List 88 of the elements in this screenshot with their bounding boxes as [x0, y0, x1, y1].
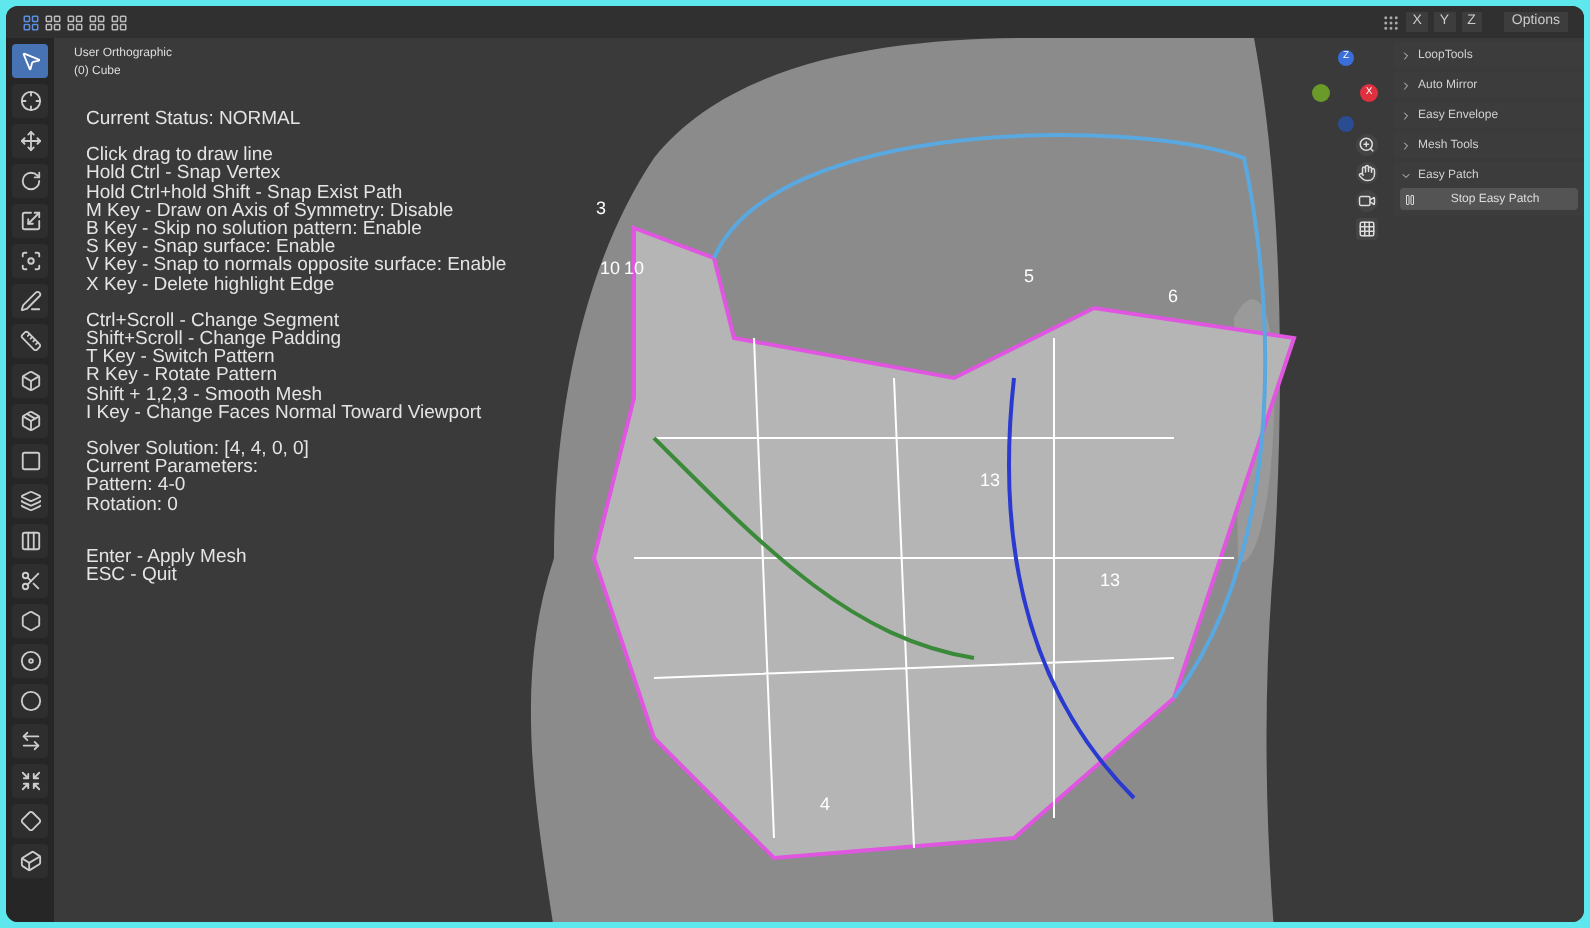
grid-icon[interactable]	[1356, 218, 1378, 240]
mesh-segment-label: 6	[1168, 284, 1179, 310]
status-line: Pattern: 4-0	[86, 476, 186, 496]
status-line: Enter - Apply Mesh	[86, 547, 247, 567]
tool-button[interactable]	[12, 404, 48, 438]
status-line: Solver Solution: [4, 4, 0, 0]	[86, 440, 309, 459]
tool-button[interactable]	[12, 684, 48, 718]
pen-icon	[19, 290, 41, 312]
cube-icon	[19, 370, 41, 392]
tool-button[interactable]	[12, 244, 48, 278]
crosshair-icon	[19, 90, 41, 112]
negative-axis-handle[interactable]	[1338, 116, 1354, 132]
tool-button[interactable]	[12, 444, 48, 478]
cuboid-icon	[19, 850, 41, 872]
shrink-icon	[19, 770, 41, 792]
scale-icon	[19, 210, 41, 232]
tool-button[interactable]	[12, 804, 48, 838]
pointer-icon	[19, 50, 41, 72]
mesh-segment-label: 10	[624, 256, 645, 282]
mesh-segment-label: 13	[980, 468, 1001, 494]
tool-button[interactable]	[12, 844, 48, 878]
mesh-segment-label: 3	[596, 196, 607, 222]
status-line: ESC - Quit	[86, 566, 177, 585]
status-line: Ctrl+Scroll - Change Segment	[86, 311, 339, 331]
tool-button[interactable]	[12, 764, 48, 798]
status-line: R Key - Rotate Pattern	[86, 366, 278, 386]
circle-icon	[19, 690, 41, 712]
mode-icon[interactable]	[22, 13, 40, 31]
tool-button[interactable]	[12, 724, 48, 758]
arrows-icon	[19, 730, 41, 752]
status-line: Hold Ctrl+hold Shift - Snap Exist Path	[86, 183, 403, 202]
tool-button[interactable]	[12, 524, 48, 558]
rotate-icon	[19, 170, 41, 192]
status-line: Current Status: NORMAL	[86, 110, 301, 129]
hand-icon[interactable]	[1356, 162, 1378, 184]
pause-icon	[1404, 193, 1416, 205]
tool-button[interactable]	[12, 164, 48, 198]
mesh-segment-label: 4	[820, 792, 831, 818]
status-line: Current Parameters:	[86, 458, 259, 477]
chevron-right-icon	[1400, 49, 1412, 61]
status-line: Shift+Scroll - Change Padding	[86, 330, 342, 349]
mesh-segment-label: 10	[600, 256, 621, 282]
status-line: T Key - Switch Pattern	[86, 348, 275, 367]
status-line: Rotation: 0	[86, 495, 178, 514]
y-axis-handle[interactable]	[1312, 84, 1330, 102]
status-line: X Key - Delete highlight Edge	[86, 275, 335, 294]
status-line: B Key - Skip no solution pattern: Enable	[86, 220, 422, 239]
status-line: I Key - Change Faces Normal Toward Viewport	[86, 403, 482, 423]
tool-button[interactable]	[12, 644, 48, 678]
camera-icon[interactable]	[1356, 190, 1378, 212]
tool-button[interactable]	[12, 324, 48, 358]
status-line: Click drag to draw line	[86, 146, 273, 165]
tool-button[interactable]	[12, 284, 48, 318]
status-line: S Key - Snap surface: Enable	[86, 238, 336, 257]
tool-button[interactable]	[12, 84, 48, 118]
mode-icon[interactable]	[44, 13, 62, 31]
status-line: M Key - Draw on Axis of Symmetry: Disable	[86, 201, 454, 221]
chevron-down-icon	[1400, 169, 1412, 181]
tool-button[interactable]	[12, 44, 48, 78]
move-arrows-icon	[19, 130, 41, 152]
mesh-segment-label: 5	[1024, 264, 1035, 290]
tool-button[interactable]	[12, 484, 48, 518]
chevron-right-icon	[1400, 79, 1412, 91]
hexagon-icon	[19, 610, 41, 632]
scissors-icon	[19, 570, 41, 592]
mesh-segment-label: 13	[1100, 568, 1121, 594]
ruler-icon	[19, 330, 41, 352]
columns-icon	[19, 530, 41, 552]
tool-button[interactable]	[12, 604, 48, 638]
tool-button[interactable]	[12, 124, 48, 158]
layers-icon	[19, 490, 41, 512]
mode-icon[interactable]	[66, 13, 84, 31]
disc-icon	[19, 650, 41, 672]
chevron-right-icon	[1400, 139, 1412, 151]
tool-button[interactable]	[12, 364, 48, 398]
package-icon	[19, 410, 41, 432]
focus-icon	[19, 250, 41, 272]
zoom-icon[interactable]	[1356, 134, 1378, 156]
chevron-right-icon	[1400, 109, 1412, 121]
status-line: Hold Ctrl - Snap Vertex	[86, 164, 281, 184]
tool-button[interactable]	[12, 564, 48, 598]
mode-icon[interactable]	[88, 13, 106, 31]
mode-icon[interactable]	[110, 13, 128, 31]
status-line: Shift + 1,2,3 - Smooth Mesh	[86, 385, 323, 404]
diamond-icon	[19, 810, 41, 832]
status-line: V Key - Snap to normals opposite surface: Enable	[86, 256, 507, 276]
square-icon	[19, 450, 41, 472]
tool-button[interactable]	[12, 204, 48, 238]
